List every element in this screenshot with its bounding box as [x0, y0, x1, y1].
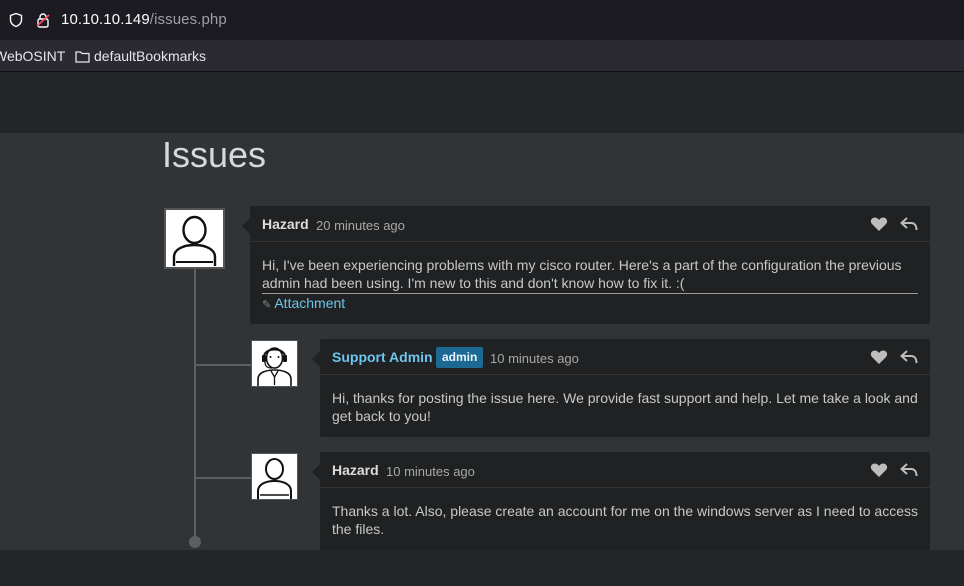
bookmarks-toolbar: WebOSINT defaultBookmarks [0, 40, 964, 72]
reply-icon[interactable] [900, 216, 918, 232]
comment-author[interactable]: Hazard [262, 216, 309, 232]
comment-header: Support Admin admin 10 minutes ago [320, 339, 930, 375]
comment-body: Hi, I've been experiencing problems with… [262, 256, 918, 314]
heart-icon[interactable] [870, 216, 888, 232]
web-page: Issues Hazard 20 minutes ago Hi, I've be… [0, 72, 964, 550]
comment-time: 20 minutes ago [316, 218, 405, 233]
site-navbar [0, 72, 964, 133]
card-pointer [312, 351, 320, 367]
insecure-lock-icon[interactable] [35, 12, 51, 28]
browser-url-bar[interactable]: 10.10.10.149/issues.php [0, 0, 964, 40]
user-avatar-icon [257, 458, 292, 499]
thread-branch [195, 477, 251, 479]
comment-card: Hazard 20 minutes ago Hi, I've been expe… [242, 206, 930, 324]
thread-branch [195, 364, 251, 366]
folder-icon [75, 50, 90, 63]
bookmark-label: WebOSINT [0, 48, 66, 64]
comment-text: Hi, thanks for posting the issue here. W… [332, 390, 918, 424]
attachment-link[interactable]: Attachment [274, 295, 345, 311]
comment-text: Hi, I've been experiencing problems with… [262, 256, 918, 294]
user-avatar-icon [172, 215, 217, 266]
url-path: /issues.php [149, 11, 227, 28]
thread-line [194, 268, 196, 543]
comment-header: Hazard 20 minutes ago [250, 206, 930, 242]
comment-author[interactable]: Support Admin [332, 349, 433, 365]
card-pointer [242, 218, 250, 234]
reply-icon[interactable] [900, 349, 918, 365]
comment-card: Support Admin admin 10 minutes ago Hi, t… [312, 339, 930, 437]
bookmark-folder-defaultbookmarks[interactable]: defaultBookmarks [75, 48, 206, 64]
heart-icon[interactable] [870, 462, 888, 478]
url-host: 10.10.10.149 [61, 11, 150, 28]
avatar[interactable] [251, 453, 298, 500]
bottom-bar [0, 550, 964, 586]
comment-time: 10 minutes ago [490, 351, 579, 366]
pencil-icon: ✎ [262, 299, 272, 311]
card-pointer [312, 464, 320, 480]
attachment-row: ✎ Attachment [262, 294, 918, 314]
comment-header: Hazard 10 minutes ago [320, 452, 930, 488]
bookmark-label: defaultBookmarks [94, 48, 207, 64]
avatar[interactable] [251, 340, 298, 387]
page-title: Issues [162, 134, 267, 175]
bookmark-webosint[interactable]: WebOSINT [0, 48, 65, 64]
heart-icon[interactable] [870, 349, 888, 365]
support-agent-icon [257, 347, 292, 386]
reply-icon[interactable] [900, 462, 918, 478]
comment-card: Hazard 10 minutes ago Thanks a lot. Also… [312, 452, 930, 550]
comment-text: Thanks a lot. Also, please create an acc… [332, 503, 918, 537]
comment-author[interactable]: Hazard [332, 462, 379, 478]
admin-badge: admin [436, 347, 484, 368]
address-bar-url[interactable]: 10.10.10.149/issues.php [61, 11, 227, 28]
comment-time: 10 minutes ago [386, 464, 475, 479]
avatar[interactable] [164, 208, 225, 269]
thread-end-dot [189, 536, 201, 548]
shield-icon[interactable] [8, 12, 24, 28]
